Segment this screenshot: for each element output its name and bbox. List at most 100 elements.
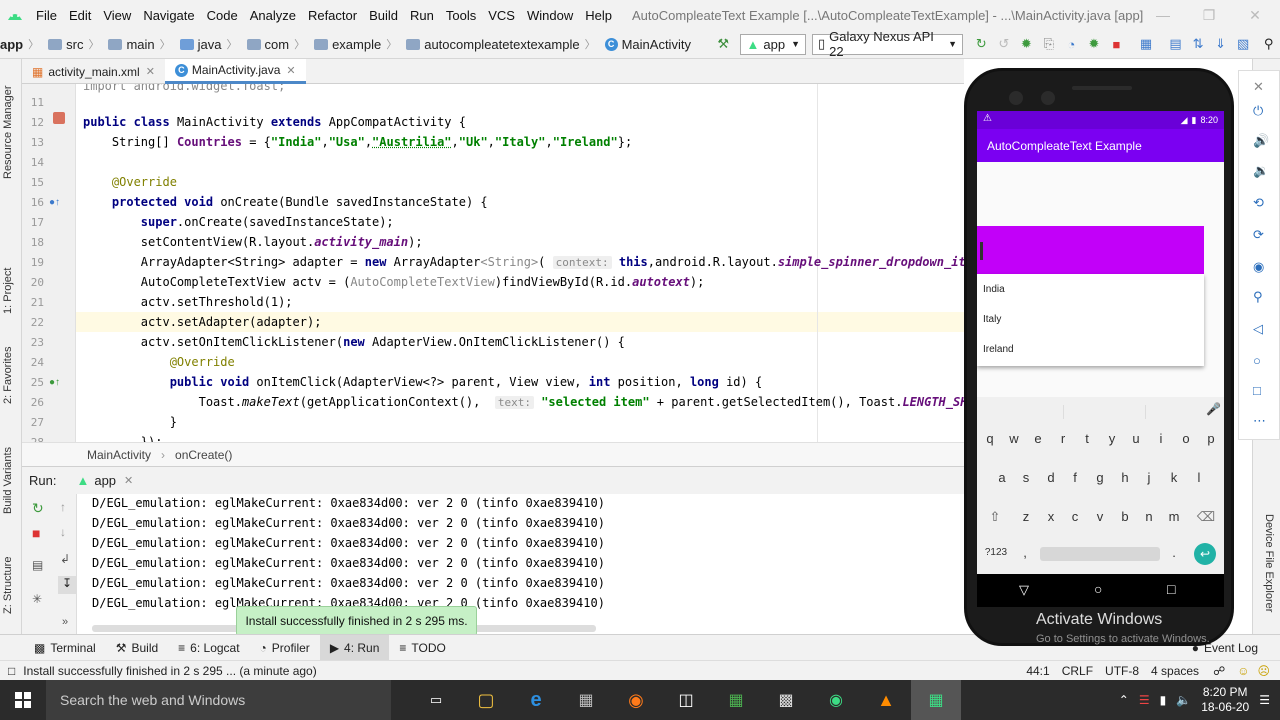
layout-inspector-icon[interactable]: ▧ <box>1233 33 1254 55</box>
recents-icon[interactable]: □ <box>1167 581 1175 597</box>
android-studio-icon[interactable]: ◉ <box>811 680 861 720</box>
layout-icon[interactable]: ▤ <box>32 558 43 572</box>
key-c[interactable]: c <box>1065 509 1085 524</box>
key-l[interactable]: l <box>1189 470 1209 485</box>
volume-up-icon[interactable]: 🔊 <box>1253 133 1269 149</box>
home-icon[interactable]: ○ <box>1094 581 1102 597</box>
pin-icon[interactable]: ✳ <box>32 592 42 606</box>
key-p[interactable]: p <box>1201 431 1221 446</box>
back-icon[interactable]: ◁ <box>1253 321 1263 337</box>
firefox-icon[interactable]: ◉ <box>611 680 661 720</box>
stop-icon[interactable]: ■ <box>32 525 40 541</box>
sad-face-icon[interactable]: ☹ <box>1257 664 1270 678</box>
edge-browser-icon[interactable]: e <box>511 680 561 720</box>
spreadsheet-icon[interactable]: ▦ <box>711 680 761 720</box>
key-f[interactable]: f <box>1065 470 1085 485</box>
taskbar-search[interactable]: Search the web and Windows <box>46 680 391 720</box>
dropdown-item-ireland[interactable]: Ireland <box>983 344 1014 355</box>
key-q[interactable]: q <box>980 431 1000 446</box>
key-b[interactable]: b <box>1115 509 1135 524</box>
key-k[interactable]: k <box>1164 470 1184 485</box>
home-icon[interactable]: ○ <box>1253 353 1261 368</box>
taskbar-clock[interactable]: 8:20 PM 18-06-20 <box>1201 685 1249 715</box>
attach-process-icon[interactable]: ✹ <box>1084 33 1105 55</box>
key-o[interactable]: o <box>1176 431 1196 446</box>
crumb-com[interactable]: com 〉 <box>246 36 315 52</box>
key-t[interactable]: t <box>1077 431 1097 446</box>
vlc-icon[interactable]: ▲ <box>861 680 911 720</box>
code-editor[interactable]: 11 12 13 14 15 16 17 18 19 20 21 22 23 2… <box>22 84 964 442</box>
menu-run[interactable]: Run <box>404 8 440 23</box>
key-y[interactable]: y <box>1102 431 1122 446</box>
menu-view[interactable]: View <box>97 8 137 23</box>
avd-manager-icon[interactable]: ▤ <box>1165 33 1186 55</box>
menu-file[interactable]: File <box>30 8 63 23</box>
make-project-hammer-icon[interactable]: ⚒ <box>713 33 734 55</box>
start-button[interactable] <box>0 680 46 720</box>
breadcrumb-class[interactable]: MainActivity <box>87 448 151 462</box>
key-s[interactable]: s <box>1016 470 1036 485</box>
key-g[interactable]: g <box>1090 470 1110 485</box>
sdk-manager-icon[interactable]: ⇓ <box>1210 33 1231 55</box>
shift-icon[interactable]: ⇧ <box>985 509 1005 525</box>
emulator-screen[interactable]: ⚠ ◢ ▮ 8:20 AutoCompleateText Example Ind… <box>977 111 1224 607</box>
more-icon[interactable]: » <box>62 616 68 628</box>
scroll-down-icon[interactable]: ↓ <box>60 525 66 539</box>
menu-navigate[interactable]: Navigate <box>137 8 200 23</box>
camera-icon[interactable]: ◉ <box>1253 259 1264 275</box>
menu-analyze[interactable]: Analyze <box>244 8 302 23</box>
rerun-icon[interactable]: ↻ <box>32 500 44 517</box>
autocomplete-text-input[interactable] <box>977 226 1204 274</box>
battery-tray-icon[interactable]: ▮ <box>1160 693 1167 707</box>
scroll-up-icon[interactable]: ↑ <box>60 500 66 514</box>
zoom-icon[interactable]: ⚲ <box>1253 289 1263 305</box>
terminal-app-icon[interactable]: ▩ <box>761 680 811 720</box>
key-z[interactable]: z <box>1016 509 1036 524</box>
build-tab[interactable]: ⚒ Build <box>106 635 168 661</box>
store-icon[interactable]: ◫ <box>661 680 711 720</box>
menu-window[interactable]: Window <box>521 8 579 23</box>
active-app-icon[interactable]: ▦ <box>911 680 961 720</box>
debug-icon[interactable]: ✹ <box>1016 33 1037 55</box>
crumb-java[interactable]: java 〉 <box>179 36 247 52</box>
project-tab[interactable]: 1: Project <box>2 268 14 314</box>
menu-tools[interactable]: Tools <box>440 8 482 23</box>
minimize-icon[interactable]: — <box>1140 0 1186 30</box>
back-icon[interactable]: ▽ <box>1019 582 1029 598</box>
soft-wrap-icon[interactable]: ↲ <box>60 552 70 566</box>
key-r[interactable]: r <box>1053 431 1073 446</box>
attach-debugger-icon[interactable]: ⎘ <box>1039 33 1060 55</box>
rotate-left-icon[interactable]: ⟲ <box>1253 195 1264 211</box>
overview-icon[interactable]: □ <box>1253 383 1261 398</box>
breadcrumb-method[interactable]: onCreate() <box>175 448 232 462</box>
more-options-icon[interactable]: ⋯ <box>1253 413 1266 429</box>
profiler-tab[interactable]: ◔ Profiler <box>250 635 320 661</box>
volume-tray-icon[interactable]: 🔈 <box>1176 693 1191 707</box>
run-tab[interactable]: ▶ 4: Run <box>319 634 390 661</box>
favorites-tab[interactable]: 2: Favorites <box>2 347 14 404</box>
key-e[interactable]: e <box>1028 431 1048 446</box>
key-m[interactable]: m <box>1164 509 1184 524</box>
tab-mainactivity-java[interactable]: C MainActivity.java ✕ <box>164 59 306 84</box>
tab-activity-main-xml[interactable]: ▦ activity_main.xml ✕ <box>22 59 165 84</box>
device-select[interactable]: ▯ Galaxy Nexus API 22 ▼ <box>811 29 963 59</box>
menu-vcs[interactable]: VCS <box>482 8 521 23</box>
lock-icon[interactable]: ☍ <box>1213 664 1225 678</box>
status-icon[interactable]: □ <box>8 664 15 678</box>
calculator-icon[interactable]: ▦ <box>561 680 611 720</box>
microphone-icon[interactable]: 🎤 <box>1206 402 1221 416</box>
crumb-app[interactable]: app 〉 <box>0 36 48 52</box>
dropdown-item-italy[interactable]: Italy <box>983 314 1001 325</box>
volume-down-icon[interactable]: 🔉 <box>1253 163 1269 179</box>
sync-gradle-icon[interactable]: ⇅ <box>1188 33 1209 55</box>
device-file-explorer-tab[interactable]: Device File Explorer <box>1263 514 1275 612</box>
stop-icon[interactable]: ■ <box>1106 33 1127 55</box>
crumb-example[interactable]: example 〉 <box>314 36 406 52</box>
crumb-mainactivity[interactable]: C MainActivity <box>604 37 695 52</box>
tray-chevron-icon[interactable]: ⌃ <box>1119 693 1129 707</box>
key-u[interactable]: u <box>1126 431 1146 446</box>
key-comma[interactable]: , <box>1015 545 1035 560</box>
crumb-main[interactable]: main 〉 <box>108 36 179 52</box>
crumb-package[interactable]: autocompleatetextexample 〉 <box>406 36 604 52</box>
key-i[interactable]: i <box>1151 431 1171 446</box>
